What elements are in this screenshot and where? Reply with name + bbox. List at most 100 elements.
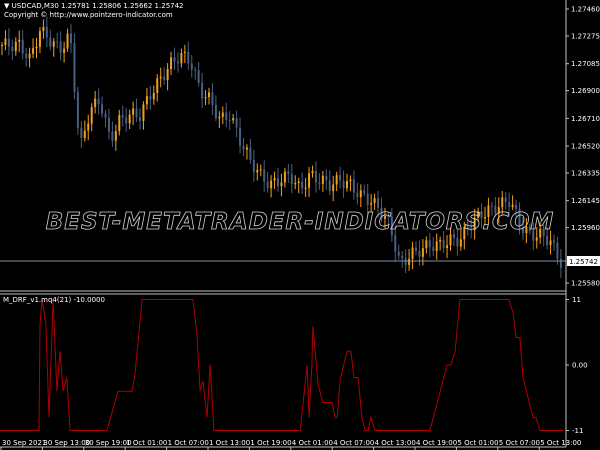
- candle-body: [511, 204, 514, 207]
- time-tick-label: 5 Oct 01:00: [457, 439, 498, 447]
- candle-body: [214, 105, 217, 119]
- candle-body: [418, 250, 421, 257]
- candle-body: [449, 234, 452, 246]
- candle-body: [159, 76, 162, 79]
- candle-body: [52, 41, 55, 47]
- time-tick-label: 4 Oct 19:00: [416, 439, 457, 447]
- time-tick-label: 30 Sep 19:00: [85, 439, 132, 447]
- candle-body: [352, 179, 355, 193]
- candle-body: [363, 190, 366, 194]
- chart-canvas: BEST-METATRADER-INDICATORS.COM 1.27460 1.…: [0, 0, 600, 450]
- candle-body: [432, 247, 435, 251]
- candle-body: [118, 115, 121, 132]
- candle-body: [335, 175, 338, 185]
- candle-body: [176, 61, 179, 64]
- current-price-label: 1.25742: [569, 258, 598, 266]
- candle-body: [259, 169, 262, 171]
- candle-body: [111, 131, 114, 141]
- candle-body: [149, 96, 152, 100]
- candle-body: [121, 115, 124, 118]
- indicator-series: [0, 299, 563, 431]
- candle-body: [280, 182, 283, 187]
- candle-body: [339, 175, 342, 181]
- candle-body: [18, 39, 21, 42]
- candle-body: [314, 170, 317, 183]
- candle-body: [225, 112, 228, 121]
- candle-body: [66, 33, 69, 49]
- candle-body: [139, 117, 141, 121]
- candle-body: [290, 174, 293, 185]
- candle-body: [311, 170, 314, 174]
- candle-body: [266, 181, 269, 189]
- candle-body: [446, 245, 449, 249]
- candle-body: [90, 106, 93, 124]
- candle-body: [35, 46, 38, 49]
- collapse-triangle-icon[interactable]: ▼: [4, 2, 9, 10]
- candle-body: [235, 118, 238, 128]
- candle-body: [128, 114, 131, 124]
- candle-body: [145, 96, 148, 105]
- symbol-header: ▼ USDCAD,M30 1.25781 1.25806 1.25662 1.2…: [4, 2, 184, 10]
- candle-body: [435, 241, 438, 251]
- candle-body: [87, 123, 90, 131]
- candle-body: [377, 198, 380, 208]
- indicator-tick-label: 0.00: [572, 362, 588, 370]
- candle-body: [439, 239, 442, 242]
- candle-body: [332, 184, 335, 192]
- time-tick-label: 1 Oct 13:00: [209, 439, 250, 447]
- candle-body: [321, 175, 324, 184]
- price-tick-label: 1.25580: [571, 280, 600, 288]
- candle-body: [107, 117, 110, 132]
- time-tick-label: 30 Sep 2021: [2, 439, 46, 447]
- candle-body: [328, 180, 331, 192]
- candle-body: [408, 258, 411, 265]
- copyright-text: Copyright © http://www.pointzero-indicat…: [4, 11, 173, 19]
- candle-body: [242, 145, 245, 150]
- candle-body: [32, 48, 35, 54]
- candle-body: [325, 175, 328, 181]
- price-tick-label: 1.27460: [571, 6, 600, 14]
- price-axis: 1.27460 1.27275 1.27085 1.26900 1.26710 1.265…: [566, 6, 600, 288]
- candle-body: [397, 251, 400, 256]
- price-tick-label: 1.27275: [571, 32, 600, 40]
- indicator-line: [0, 299, 563, 431]
- candle-body: [411, 247, 414, 259]
- candle-body: [152, 92, 155, 100]
- candle-body: [49, 37, 52, 47]
- time-tick-label: 4 Oct 07:00: [333, 439, 374, 447]
- candle-body: [459, 239, 462, 247]
- price-tick-label: 1.26520: [571, 143, 600, 151]
- candle-body: [28, 53, 31, 59]
- candle-body: [170, 57, 173, 70]
- candle-body: [21, 39, 24, 54]
- candle-body: [287, 171, 290, 175]
- candle-body: [221, 112, 224, 117]
- candle-body: [301, 181, 304, 189]
- candle-body: [504, 197, 507, 203]
- candle-body: [7, 38, 10, 47]
- candle-body: [273, 178, 276, 181]
- candle-body: [249, 147, 252, 160]
- candle-body: [132, 108, 135, 115]
- candle-body: [549, 240, 552, 246]
- time-tick-label: 4 Oct 01:00: [292, 439, 333, 447]
- candle-body: [180, 52, 183, 64]
- candle-body: [442, 239, 445, 249]
- candle-body: [501, 197, 504, 208]
- time-tick-label: 1 Oct 01:00: [126, 439, 167, 447]
- candle-body: [349, 179, 352, 182]
- candle-body: [366, 193, 369, 205]
- candle-body: [401, 255, 404, 259]
- price-tick-label: 1.27085: [571, 60, 600, 68]
- symbol-info: USDCAD,M30 1.25781 1.25806 1.25662 1.257…: [11, 2, 184, 10]
- watermark: BEST-METATRADER-INDICATORS.COM: [46, 209, 555, 235]
- candle-body: [232, 118, 235, 121]
- candle-body: [183, 51, 186, 53]
- candle-body: [101, 104, 104, 114]
- candle-body: [553, 240, 555, 243]
- candle-body: [359, 190, 362, 198]
- candle-body: [194, 69, 197, 71]
- time-tick-label: 4 Oct 13:00: [375, 439, 416, 447]
- time-axis: 30 Sep 202130 Sep 13:0030 Sep 19:001 Oct…: [0, 439, 581, 450]
- candle-body: [508, 202, 511, 207]
